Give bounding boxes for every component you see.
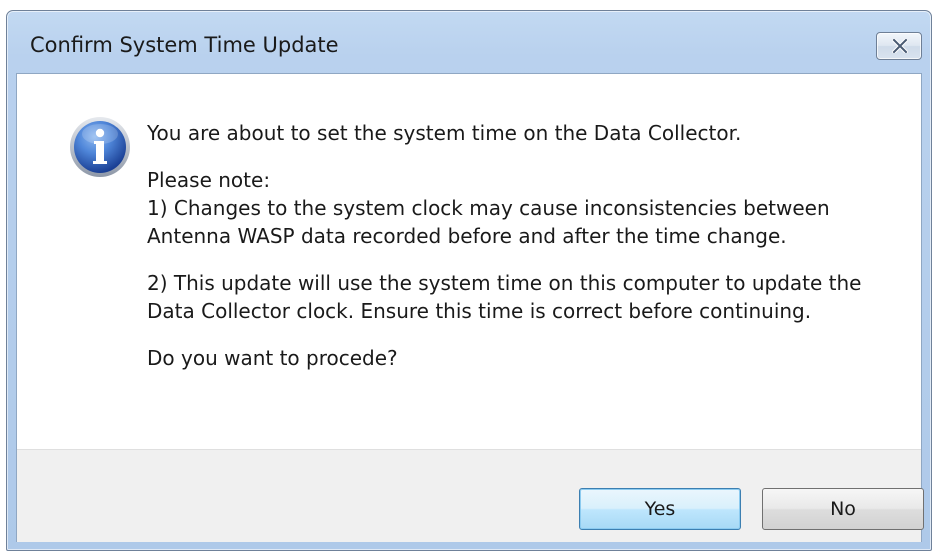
note-line: Data Collector clock. Ensure this time i…	[147, 299, 812, 323]
button-bar: Yes No	[17, 449, 924, 542]
title-bar[interactable]: Confirm System Time Update	[7, 11, 931, 75]
confirm-dialog: Confirm System Time Update You are about…	[6, 10, 932, 551]
dialog-client: You are about to set the system time on …	[16, 73, 924, 542]
question-text: Do you want to procede?	[147, 346, 398, 370]
message-line: You are about to set the system time on …	[147, 121, 742, 145]
note-header: Please note:	[147, 168, 271, 192]
note-line: Antenna WASP data recorded before and af…	[147, 224, 787, 248]
note-line: 2) This update will use the system time …	[147, 271, 862, 295]
note-line: 1) Changes to the system clock may cause…	[147, 196, 830, 220]
info-icon	[70, 117, 130, 177]
close-icon	[892, 39, 908, 53]
no-button[interactable]: No	[762, 488, 924, 530]
message-area: You are about to set the system time on …	[17, 74, 921, 449]
message-text: You are about to set the system time on …	[147, 119, 907, 372]
close-button[interactable]	[876, 32, 922, 60]
yes-button[interactable]: Yes	[579, 488, 741, 530]
window-title: Confirm System Time Update	[30, 33, 339, 57]
